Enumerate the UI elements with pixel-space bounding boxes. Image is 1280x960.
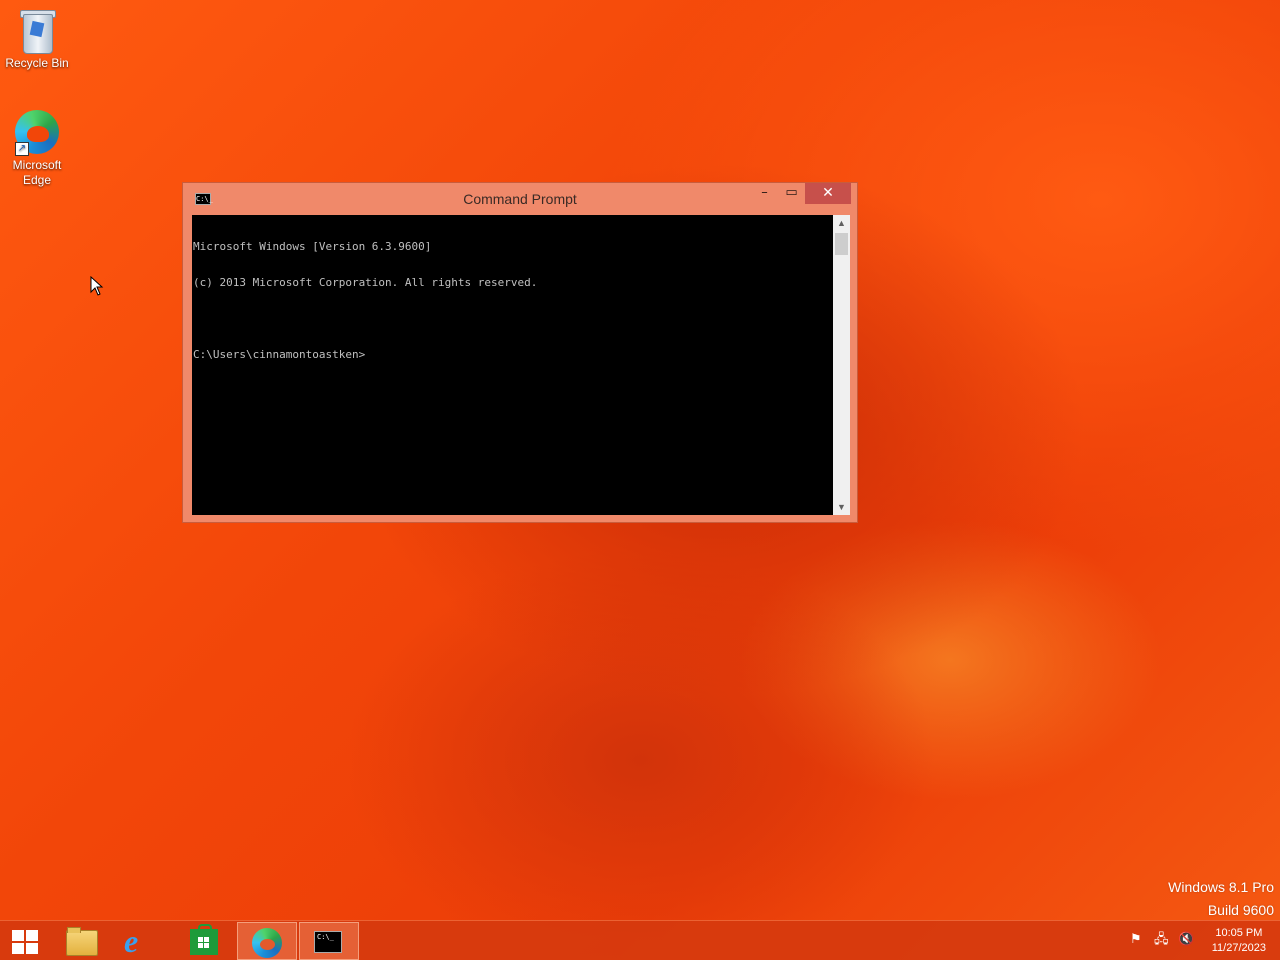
command-prompt-window[interactable]: C:\_ Command Prompt – ▭ ✕ Microsoft Wind… — [182, 182, 858, 523]
console-line: Microsoft Windows [Version 6.3.9600] — [193, 240, 432, 253]
maximize-button[interactable]: ▭ — [778, 183, 805, 204]
windows-version-watermark: Windows 8.1 Pro Build 9600 — [1168, 876, 1274, 922]
clock-time: 10:05 PM — [1215, 927, 1263, 939]
edge-icon — [252, 928, 282, 958]
volume-muted-icon[interactable]: 🔇 — [1178, 932, 1194, 948]
scroll-up-arrow-icon[interactable]: ▲ — [833, 215, 850, 231]
desktop-icon-label: Microsoft Edge — [12, 158, 62, 187]
action-center-flag-icon[interactable]: ⚑ — [1130, 932, 1142, 948]
minimize-button[interactable]: – — [751, 183, 778, 204]
taskbar-clock[interactable]: 10:05 PM 11/27/2023 — [1212, 926, 1266, 956]
console-line: (c) 2013 Microsoft Corporation. All righ… — [193, 276, 538, 289]
internet-explorer-button[interactable]: e — [112, 922, 172, 960]
scroll-down-arrow-icon[interactable]: ▼ — [833, 499, 850, 515]
windows-logo-icon — [12, 930, 38, 954]
recycle-bin-icon — [13, 6, 61, 54]
console-prompt: C:\Users\cinnamontoastken> — [193, 348, 366, 361]
mouse-pointer-icon — [90, 276, 104, 296]
close-button[interactable]: ✕ — [805, 183, 851, 204]
edge-button[interactable] — [237, 922, 297, 960]
folder-icon — [66, 927, 98, 956]
window-titlebar[interactable]: C:\_ Command Prompt – ▭ ✕ — [183, 183, 857, 215]
clock-date: 11/27/2023 — [1211, 942, 1266, 954]
console-output[interactable]: Microsoft Windows [Version 6.3.9600] (c)… — [192, 215, 833, 515]
edge-icon: ↗ — [13, 108, 61, 156]
watermark-build: Build 9600 — [1207, 902, 1274, 918]
ie-icon: e — [124, 923, 139, 959]
store-icon — [190, 924, 218, 955]
watermark-edition: Windows 8.1 Pro — [1168, 879, 1274, 895]
desktop-icon-label: Recycle Bin — [5, 56, 69, 70]
desktop-icon-microsoft-edge[interactable]: ↗ Microsoft Edge — [0, 108, 74, 188]
vertical-scrollbar[interactable]: ▲ ▼ — [833, 215, 850, 515]
scroll-thumb[interactable] — [835, 233, 848, 255]
start-button[interactable] — [0, 922, 50, 960]
network-icon[interactable]: 🖧 — [1154, 932, 1169, 948]
file-explorer-button[interactable] — [50, 922, 110, 960]
command-prompt-button[interactable]: C:\_ — [299, 922, 359, 960]
desktop-icon-recycle-bin[interactable]: Recycle Bin — [0, 6, 74, 71]
shortcut-arrow-icon: ↗ — [15, 142, 29, 156]
cmd-icon: C:\_ — [314, 931, 342, 953]
store-button[interactable] — [174, 922, 234, 960]
taskbar: e C:\_ ⚑ 🖧 🔇 10:05 PM 11/27/2023 — [0, 920, 1280, 960]
